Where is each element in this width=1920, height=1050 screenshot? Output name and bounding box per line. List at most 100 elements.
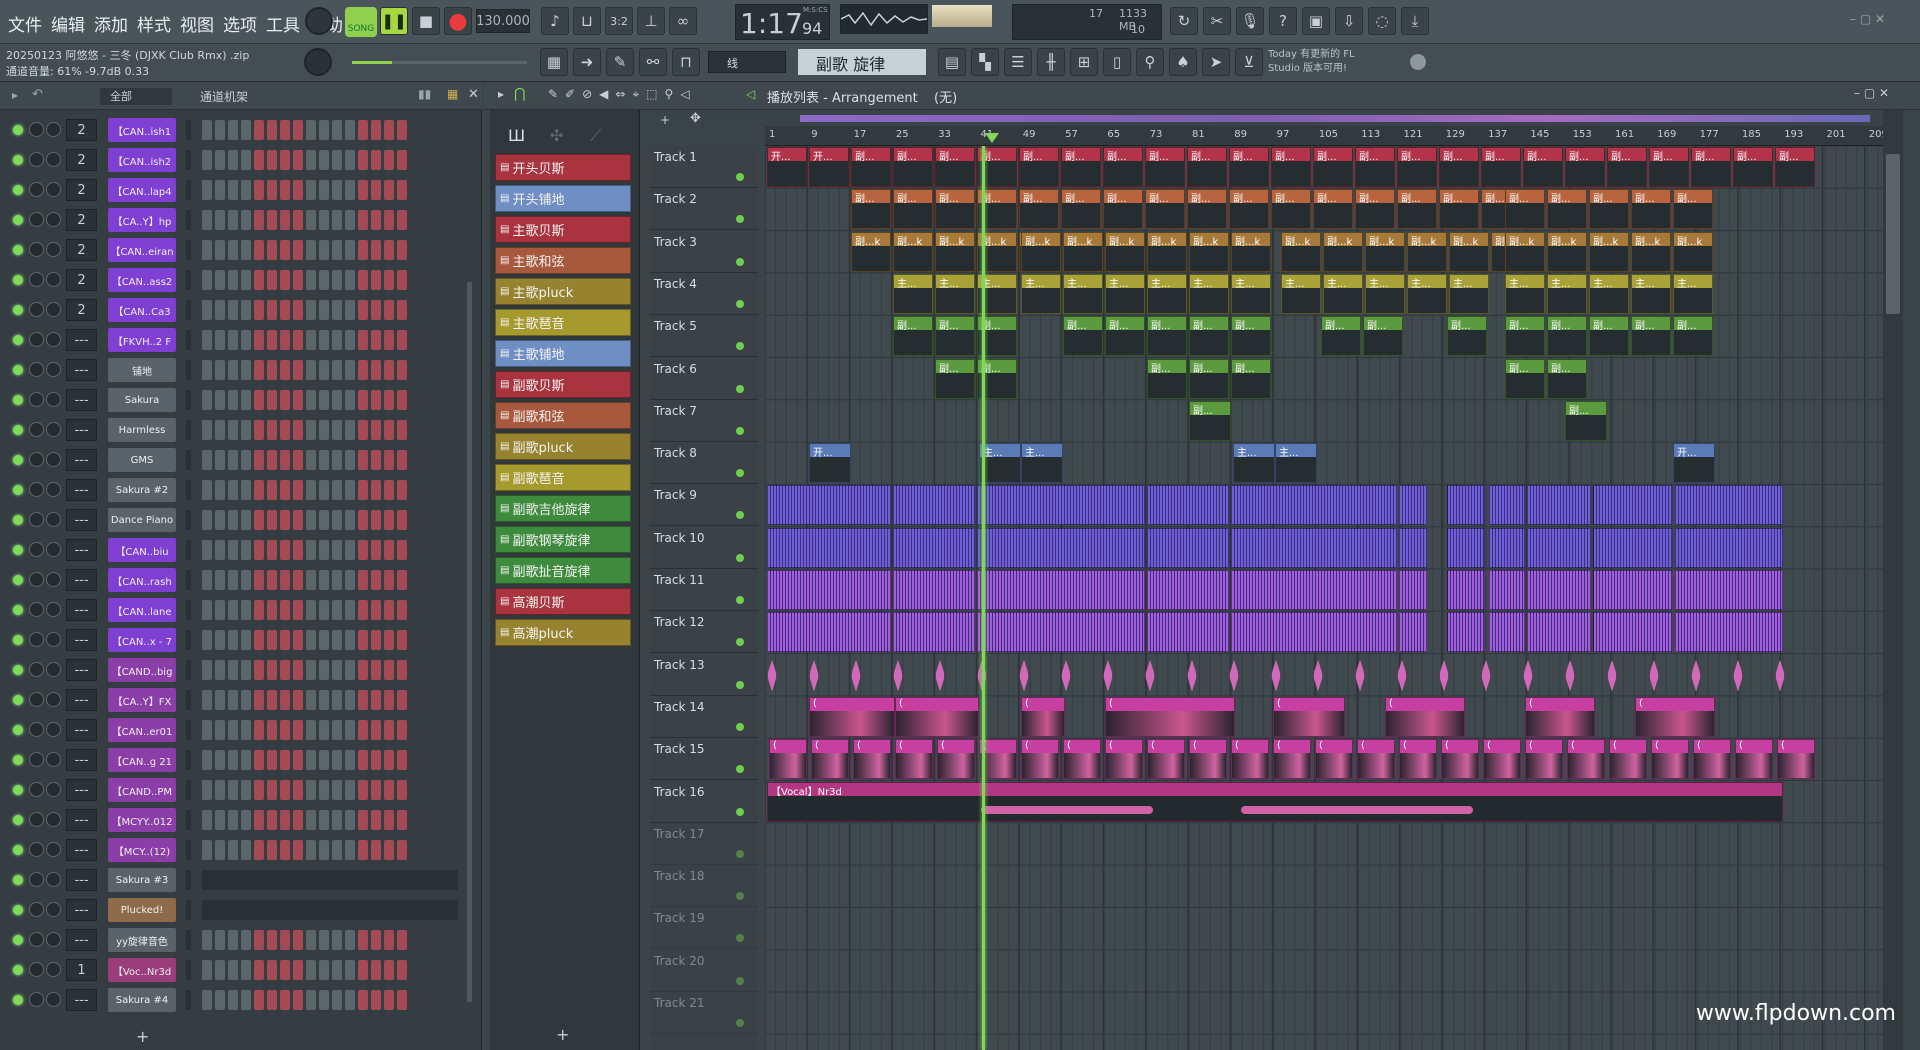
step-button[interactable] bbox=[293, 150, 303, 170]
pan-knob[interactable] bbox=[29, 542, 44, 557]
step-button[interactable] bbox=[215, 810, 225, 830]
mixer-track-number[interactable]: --- bbox=[66, 539, 97, 561]
mixer-track-number[interactable]: --- bbox=[66, 869, 97, 891]
playlist-clip[interactable]: 副... bbox=[1733, 147, 1773, 187]
step-button[interactable] bbox=[241, 660, 251, 680]
step-button[interactable] bbox=[254, 540, 264, 560]
pan-knob[interactable] bbox=[29, 302, 44, 317]
mixer-track-number[interactable]: --- bbox=[66, 779, 97, 801]
step-button[interactable] bbox=[241, 840, 251, 860]
step-button[interactable] bbox=[215, 180, 225, 200]
channel-row[interactable]: 2 【CAN..ass2 bbox=[0, 265, 470, 295]
channel-name-button[interactable]: Sakura #4 bbox=[108, 988, 176, 1012]
step-button[interactable] bbox=[293, 360, 303, 380]
step-button[interactable] bbox=[215, 570, 225, 590]
playlist-clip[interactable]: ( bbox=[1483, 739, 1521, 780]
playlist-clip[interactable]: 副... bbox=[1505, 316, 1545, 357]
audio-clip[interactable] bbox=[1527, 612, 1591, 653]
step-button[interactable] bbox=[358, 840, 368, 860]
step-button[interactable] bbox=[267, 270, 277, 290]
step-button[interactable] bbox=[202, 660, 212, 680]
step-button[interactable] bbox=[306, 630, 316, 650]
audio-clip[interactable] bbox=[767, 485, 891, 526]
playlist-clip[interactable]: 主... bbox=[1021, 273, 1061, 314]
pattern-selector[interactable]: 副歌 旋律 bbox=[798, 49, 926, 75]
playlist-clip[interactable]: 副...k bbox=[1231, 231, 1271, 272]
rack-scrollbar[interactable] bbox=[467, 282, 472, 1002]
channel-mute-led[interactable] bbox=[13, 425, 23, 435]
playlist-clip[interactable]: 副...k bbox=[851, 231, 891, 272]
track-header[interactable]: Track 11 bbox=[650, 569, 758, 611]
step-button[interactable] bbox=[202, 180, 212, 200]
track-mute-led[interactable] bbox=[736, 807, 744, 816]
step-button[interactable] bbox=[267, 960, 277, 980]
audio-clip[interactable] bbox=[767, 527, 891, 568]
step-button[interactable] bbox=[319, 420, 329, 440]
channel-row[interactable]: --- 【MCYY..012 bbox=[0, 805, 470, 835]
step-button[interactable] bbox=[241, 810, 251, 830]
step-button[interactable] bbox=[358, 930, 368, 950]
step-button[interactable] bbox=[332, 780, 342, 800]
channel-select-bar[interactable] bbox=[186, 120, 191, 140]
volume-knob[interactable] bbox=[46, 932, 61, 947]
channel-name-button[interactable]: 【CAN..eiran bbox=[108, 238, 176, 262]
playlist-clip[interactable]: 副... bbox=[1063, 316, 1103, 357]
step-button[interactable] bbox=[306, 840, 316, 860]
step-button[interactable] bbox=[293, 990, 303, 1010]
step-button[interactable] bbox=[384, 540, 394, 560]
track-header[interactable]: Track 1 bbox=[650, 146, 758, 188]
volume-knob[interactable] bbox=[46, 182, 61, 197]
step-button[interactable] bbox=[345, 510, 355, 530]
step-button[interactable] bbox=[254, 900, 264, 920]
volume-knob[interactable] bbox=[46, 242, 61, 257]
pan-knob[interactable] bbox=[29, 722, 44, 737]
step-button[interactable] bbox=[228, 990, 238, 1010]
step-button[interactable] bbox=[319, 450, 329, 470]
step-button[interactable] bbox=[280, 150, 290, 170]
volume-knob[interactable] bbox=[46, 752, 61, 767]
pan-knob[interactable] bbox=[29, 512, 44, 527]
step-button[interactable] bbox=[254, 150, 264, 170]
plugin-icon[interactable]: ▯ bbox=[1103, 48, 1131, 76]
zoom-icon[interactable]: ✥ bbox=[690, 111, 701, 126]
playlist-clip[interactable]: 副... bbox=[1313, 147, 1353, 187]
audio-clip[interactable] bbox=[1147, 527, 1229, 568]
step-button[interactable] bbox=[384, 360, 394, 380]
step-button[interactable] bbox=[306, 600, 316, 620]
volume-knob[interactable] bbox=[46, 632, 61, 647]
step-button[interactable] bbox=[384, 960, 394, 980]
playlist-clip[interactable]: ( bbox=[1525, 696, 1595, 737]
audio-clip[interactable] bbox=[1593, 527, 1673, 568]
step-button[interactable] bbox=[319, 120, 329, 140]
step-button[interactable] bbox=[241, 300, 251, 320]
step-button[interactable] bbox=[345, 630, 355, 650]
playlist-clip[interactable]: 主... bbox=[1021, 443, 1063, 484]
step-button[interactable] bbox=[254, 600, 264, 620]
automation-icon[interactable]: ⟋ bbox=[590, 126, 601, 146]
step-button[interactable] bbox=[332, 480, 342, 500]
step-button[interactable] bbox=[306, 480, 316, 500]
playlist-clip[interactable]: ( bbox=[1735, 739, 1773, 780]
step-button[interactable] bbox=[228, 630, 238, 650]
step-button[interactable] bbox=[215, 960, 225, 980]
step-button[interactable] bbox=[397, 480, 407, 500]
channel-mute-led[interactable] bbox=[13, 785, 23, 795]
step-button[interactable] bbox=[267, 330, 277, 350]
channel-name-button[interactable]: 【FKVH..2 F bbox=[108, 328, 176, 352]
channel-row[interactable]: --- Harmless bbox=[0, 415, 470, 445]
mixer-track-number[interactable]: --- bbox=[66, 569, 97, 591]
volume-knob[interactable] bbox=[46, 902, 61, 917]
step-button[interactable] bbox=[345, 180, 355, 200]
step-button[interactable] bbox=[254, 750, 264, 770]
globe-icon[interactable] bbox=[1410, 54, 1426, 70]
pan-knob[interactable] bbox=[29, 602, 44, 617]
track-mute-led[interactable] bbox=[736, 934, 744, 943]
pattern-item[interactable]: ▤ 主歌贝斯 bbox=[495, 216, 631, 243]
step-button[interactable] bbox=[384, 390, 394, 410]
step-button[interactable] bbox=[358, 450, 368, 470]
channel-row[interactable]: --- 【CAN..x - 7 bbox=[0, 625, 470, 655]
playlist-clip[interactable]: ( bbox=[1105, 739, 1143, 780]
channel-select-bar[interactable] bbox=[186, 930, 191, 950]
step-button[interactable] bbox=[345, 540, 355, 560]
step-button[interactable] bbox=[319, 360, 329, 380]
